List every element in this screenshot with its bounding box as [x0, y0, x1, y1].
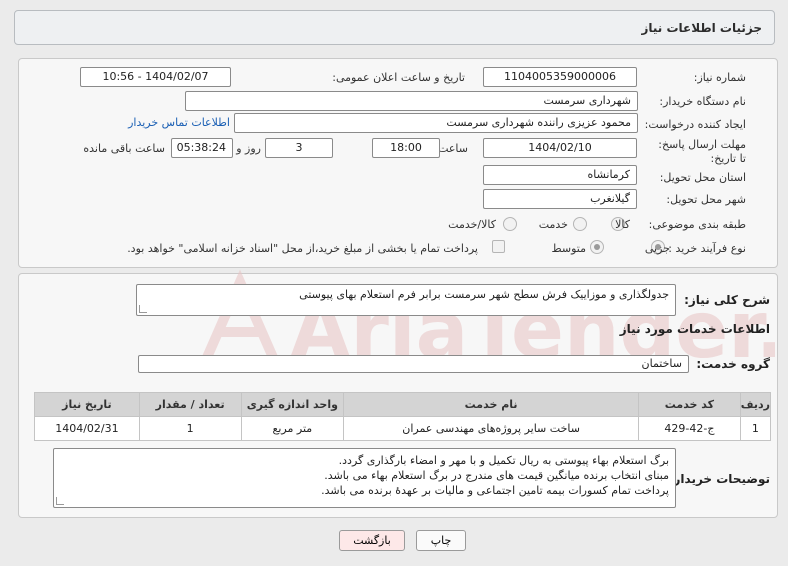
service-group-field[interactable]: ساختمان: [138, 355, 689, 373]
buyer-note-line: مبنای انتخاب برنده میانگین قیمت های مندر…: [324, 469, 669, 482]
col-index: ردیف: [739, 392, 772, 417]
deadline-time-label: ساعت: [438, 142, 468, 155]
announce-datetime-field[interactable]: 1404/02/07 - 10:56: [80, 67, 231, 87]
treasury-payment-note: پرداخت تمام یا بخشی از مبلغ خرید،از محل …: [127, 242, 478, 255]
category-radio-goods-service[interactable]: [503, 217, 517, 231]
row-unit: متر مربع: [240, 416, 345, 441]
buyer-contact-link[interactable]: اطلاعات تماس خریدار: [128, 116, 230, 129]
row-name: ساخت سایر پروژه‌های مهندسی عمران: [343, 416, 640, 441]
deadline-time-field[interactable]: 18:00: [372, 138, 440, 158]
services-section-title: اطلاعات خدمات مورد نیاز: [619, 322, 770, 336]
category-label: طبقه بندی موضوعی:: [648, 218, 746, 231]
col-name: نام خدمت: [343, 392, 640, 417]
row-qty: 1: [138, 416, 242, 441]
need-number-label: شماره نیاز:: [693, 71, 746, 84]
province-label: استان محل تحویل:: [659, 171, 746, 184]
category-option-goods-service: کالا/خدمت: [448, 218, 496, 231]
resize-handle-icon[interactable]: [139, 305, 147, 313]
category-option-goods: کالا: [615, 218, 630, 231]
services-table: ردیف کد خدمت نام خدمت واحد اندازه گیری ت…: [34, 392, 772, 441]
general-desc-label: شرح کلی نیاز:: [684, 293, 770, 307]
creator-label: ایجاد کننده درخواست:: [644, 118, 746, 131]
process-option-minor: جزیی: [644, 242, 670, 255]
resize-handle-icon[interactable]: [56, 497, 64, 505]
process-type-label: نوع فرآیند خرید :: [668, 242, 746, 255]
row-date: 1404/02/31: [34, 416, 140, 441]
buyer-org-field[interactable]: شهرداری سرمست: [185, 91, 638, 111]
process-radio-medium[interactable]: [590, 240, 604, 254]
announce-datetime-label: تاریخ و ساعت اعلان عمومی:: [332, 71, 465, 84]
deadline-date-field[interactable]: 1404/02/10: [483, 138, 637, 158]
page-title: جزئیات اطلاعات نیاز: [641, 21, 762, 35]
general-desc-text: جدولگذاری و موزاییک فرش سطح شهر سرمست بر…: [299, 288, 669, 301]
back-button[interactable]: بازگشت: [339, 530, 405, 551]
buyer-notes-field[interactable]: برگ استعلام بهاء پیوستی به ریال تکمیل و …: [53, 448, 676, 508]
general-desc-field[interactable]: جدولگذاری و موزاییک فرش سطح شهر سرمست بر…: [136, 284, 676, 316]
city-field[interactable]: گیلانغرب: [483, 189, 637, 209]
buyer-note-line: پرداخت تمام کسورات بیمه تامین اجتماعی و …: [321, 484, 669, 497]
category-option-service: خدمت: [538, 218, 568, 231]
remaining-time-field[interactable]: 05:38:24: [171, 138, 233, 158]
deadline-label: مهلت ارسال پاسخ: تا تاریخ:: [658, 138, 746, 165]
col-unit: واحد اندازه گیری: [240, 392, 345, 417]
services-table-header: ردیف کد خدمت نام خدمت واحد اندازه گیری ت…: [34, 392, 772, 417]
col-date: تاریخ نیاز: [34, 392, 140, 417]
need-number-field[interactable]: 1104005359000006: [483, 67, 637, 87]
province-field[interactable]: کرمانشاه: [483, 165, 637, 185]
print-button[interactable]: چاپ: [416, 530, 466, 551]
page-header: جزئیات اطلاعات نیاز: [14, 10, 775, 45]
buyer-note-line: برگ استعلام بهاء پیوستی به ریال تکمیل و …: [338, 454, 669, 467]
creator-field[interactable]: محمود عزیزی راننده شهرداری سرمست: [234, 113, 638, 133]
buyer-notes-label: توضیحات خریدار:: [668, 472, 770, 486]
col-qty: تعداد / مقدار: [138, 392, 242, 417]
treasury-payment-checkbox[interactable]: [492, 240, 505, 253]
days-field[interactable]: 3: [265, 138, 333, 158]
days-label: روز و: [236, 142, 261, 155]
row-code: ج-42-429: [638, 416, 741, 441]
col-code: کد خدمت: [638, 392, 741, 417]
service-group-label: گروه خدمت:: [696, 357, 770, 371]
category-radio-service[interactable]: [573, 217, 587, 231]
buyer-org-label: نام دستگاه خریدار:: [659, 95, 746, 108]
table-row[interactable]: 1 ج-42-429 ساخت سایر پروژه‌های مهندسی عم…: [34, 416, 772, 441]
process-option-medium: متوسط: [551, 242, 586, 255]
row-index: 1: [739, 416, 772, 441]
city-label: شهر محل تحویل:: [666, 193, 746, 206]
remaining-time-label: ساعت باقی مانده: [83, 142, 165, 155]
